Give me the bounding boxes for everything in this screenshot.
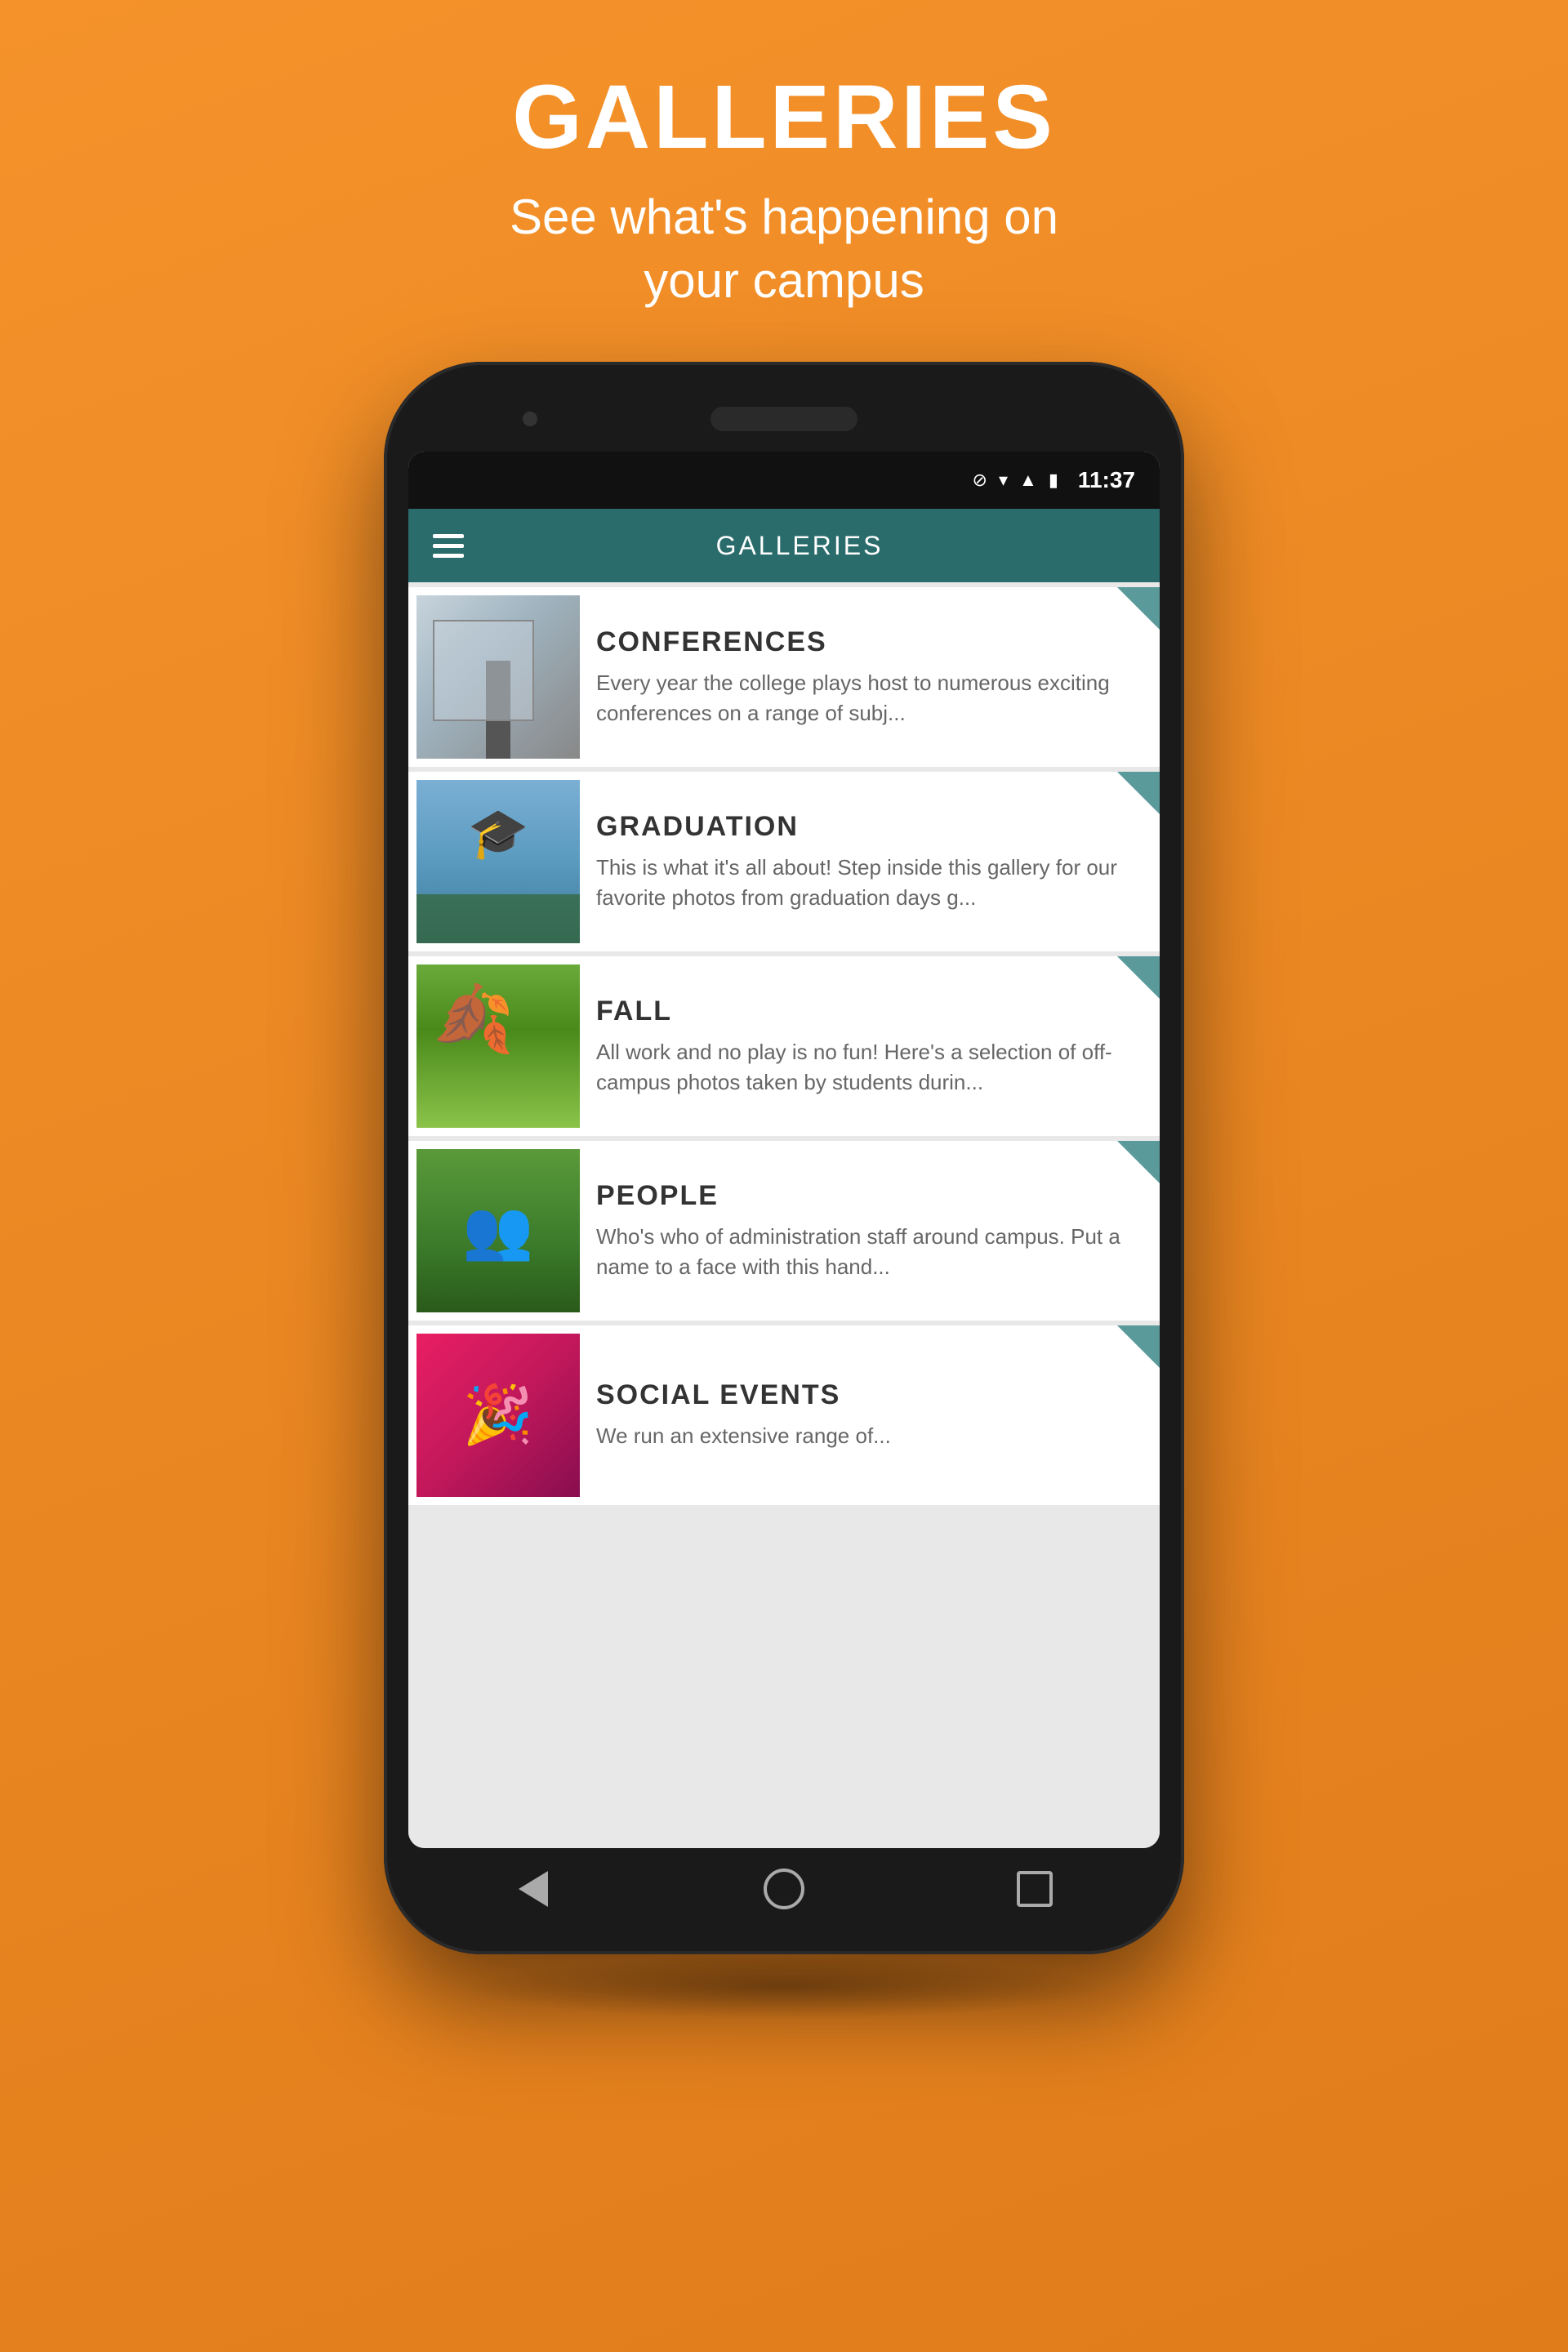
status-bar: ⊘ ▾ ▲ ▮ 11:37 bbox=[408, 452, 1160, 509]
nav-home-button[interactable] bbox=[760, 1864, 808, 1913]
phone-camera bbox=[523, 412, 537, 426]
fall-title: FALL bbox=[596, 996, 1143, 1027]
phone-bottom-bar bbox=[408, 1848, 1160, 1930]
conferences-desc: Every year the college plays host to num… bbox=[596, 668, 1143, 728]
nav-back-button[interactable] bbox=[509, 1864, 558, 1913]
hamburger-line-3 bbox=[433, 554, 464, 558]
social-content: SOCIAL EVENTS We run an extensive range … bbox=[588, 1363, 1160, 1467]
conferences-content: CONFERENCES Every year the college plays… bbox=[588, 610, 1160, 744]
graduation-title: GRADUATION bbox=[596, 811, 1143, 843]
no-disturb-icon: ⊘ bbox=[973, 470, 987, 491]
page-header: GALLERIES See what's happening onyour ca… bbox=[510, 65, 1058, 313]
gallery-item-fall[interactable]: FALL All work and no play is no fun! Her… bbox=[408, 956, 1160, 1136]
phone-screen: ⊘ ▾ ▲ ▮ 11:37 GALLERIES CONFERENCES bbox=[408, 452, 1160, 1848]
social-thumbnail bbox=[416, 1334, 580, 1497]
app-bar-title: GALLERIES bbox=[464, 531, 1135, 561]
signal-icon: ▲ bbox=[1019, 470, 1037, 491]
page-subtitle: See what's happening onyour campus bbox=[510, 185, 1058, 313]
people-content: PEOPLE Who's who of administration staff… bbox=[588, 1164, 1160, 1298]
graduation-desc: This is what it's all about! Step inside… bbox=[596, 853, 1143, 912]
home-icon bbox=[764, 1869, 804, 1909]
social-desc: We run an extensive range of... bbox=[596, 1421, 1143, 1450]
nav-recents-button[interactable] bbox=[1010, 1864, 1059, 1913]
fall-desc: All work and no play is no fun! Here's a… bbox=[596, 1037, 1143, 1097]
page-title: GALLERIES bbox=[510, 65, 1058, 169]
phone-shell: ⊘ ▾ ▲ ▮ 11:37 GALLERIES CONFERENCES bbox=[384, 362, 1184, 1954]
hamburger-line-2 bbox=[433, 544, 464, 548]
phone-top-bar bbox=[408, 386, 1160, 452]
graduation-content: GRADUATION This is what it's all about! … bbox=[588, 795, 1160, 929]
people-arrow bbox=[1117, 1141, 1160, 1183]
social-arrow bbox=[1117, 1325, 1160, 1368]
phone-speaker bbox=[710, 407, 858, 431]
people-desc: Who's who of administration staff around… bbox=[596, 1222, 1143, 1281]
graduation-arrow bbox=[1117, 772, 1160, 814]
app-bar: GALLERIES bbox=[408, 509, 1160, 582]
fall-thumbnail bbox=[416, 964, 580, 1128]
fall-content: FALL All work and no play is no fun! Her… bbox=[588, 979, 1160, 1113]
gallery-list: CONFERENCES Every year the college plays… bbox=[408, 582, 1160, 1848]
conferences-arrow bbox=[1117, 587, 1160, 630]
gallery-item-people[interactable]: PEOPLE Who's who of administration staff… bbox=[408, 1141, 1160, 1321]
people-thumbnail bbox=[416, 1149, 580, 1312]
social-title: SOCIAL EVENTS bbox=[596, 1379, 1143, 1411]
fall-arrow bbox=[1117, 956, 1160, 999]
hamburger-menu-button[interactable] bbox=[433, 534, 464, 558]
phone-shadow bbox=[464, 1954, 1104, 2020]
people-title: PEOPLE bbox=[596, 1180, 1143, 1212]
conferences-thumbnail bbox=[416, 595, 580, 759]
gallery-item-social-events[interactable]: SOCIAL EVENTS We run an extensive range … bbox=[408, 1325, 1160, 1505]
conferences-title: CONFERENCES bbox=[596, 626, 1143, 658]
back-icon bbox=[519, 1871, 548, 1907]
gallery-item-conferences[interactable]: CONFERENCES Every year the college plays… bbox=[408, 587, 1160, 767]
status-time: 11:37 bbox=[1078, 467, 1135, 493]
hamburger-line-1 bbox=[433, 534, 464, 538]
wifi-icon: ▾ bbox=[999, 470, 1008, 491]
gallery-item-graduation[interactable]: GRADUATION This is what it's all about! … bbox=[408, 772, 1160, 951]
battery-icon: ▮ bbox=[1049, 470, 1058, 491]
status-icons: ⊘ ▾ ▲ ▮ 11:37 bbox=[973, 467, 1135, 493]
recents-icon bbox=[1017, 1871, 1053, 1907]
graduation-thumbnail bbox=[416, 780, 580, 943]
